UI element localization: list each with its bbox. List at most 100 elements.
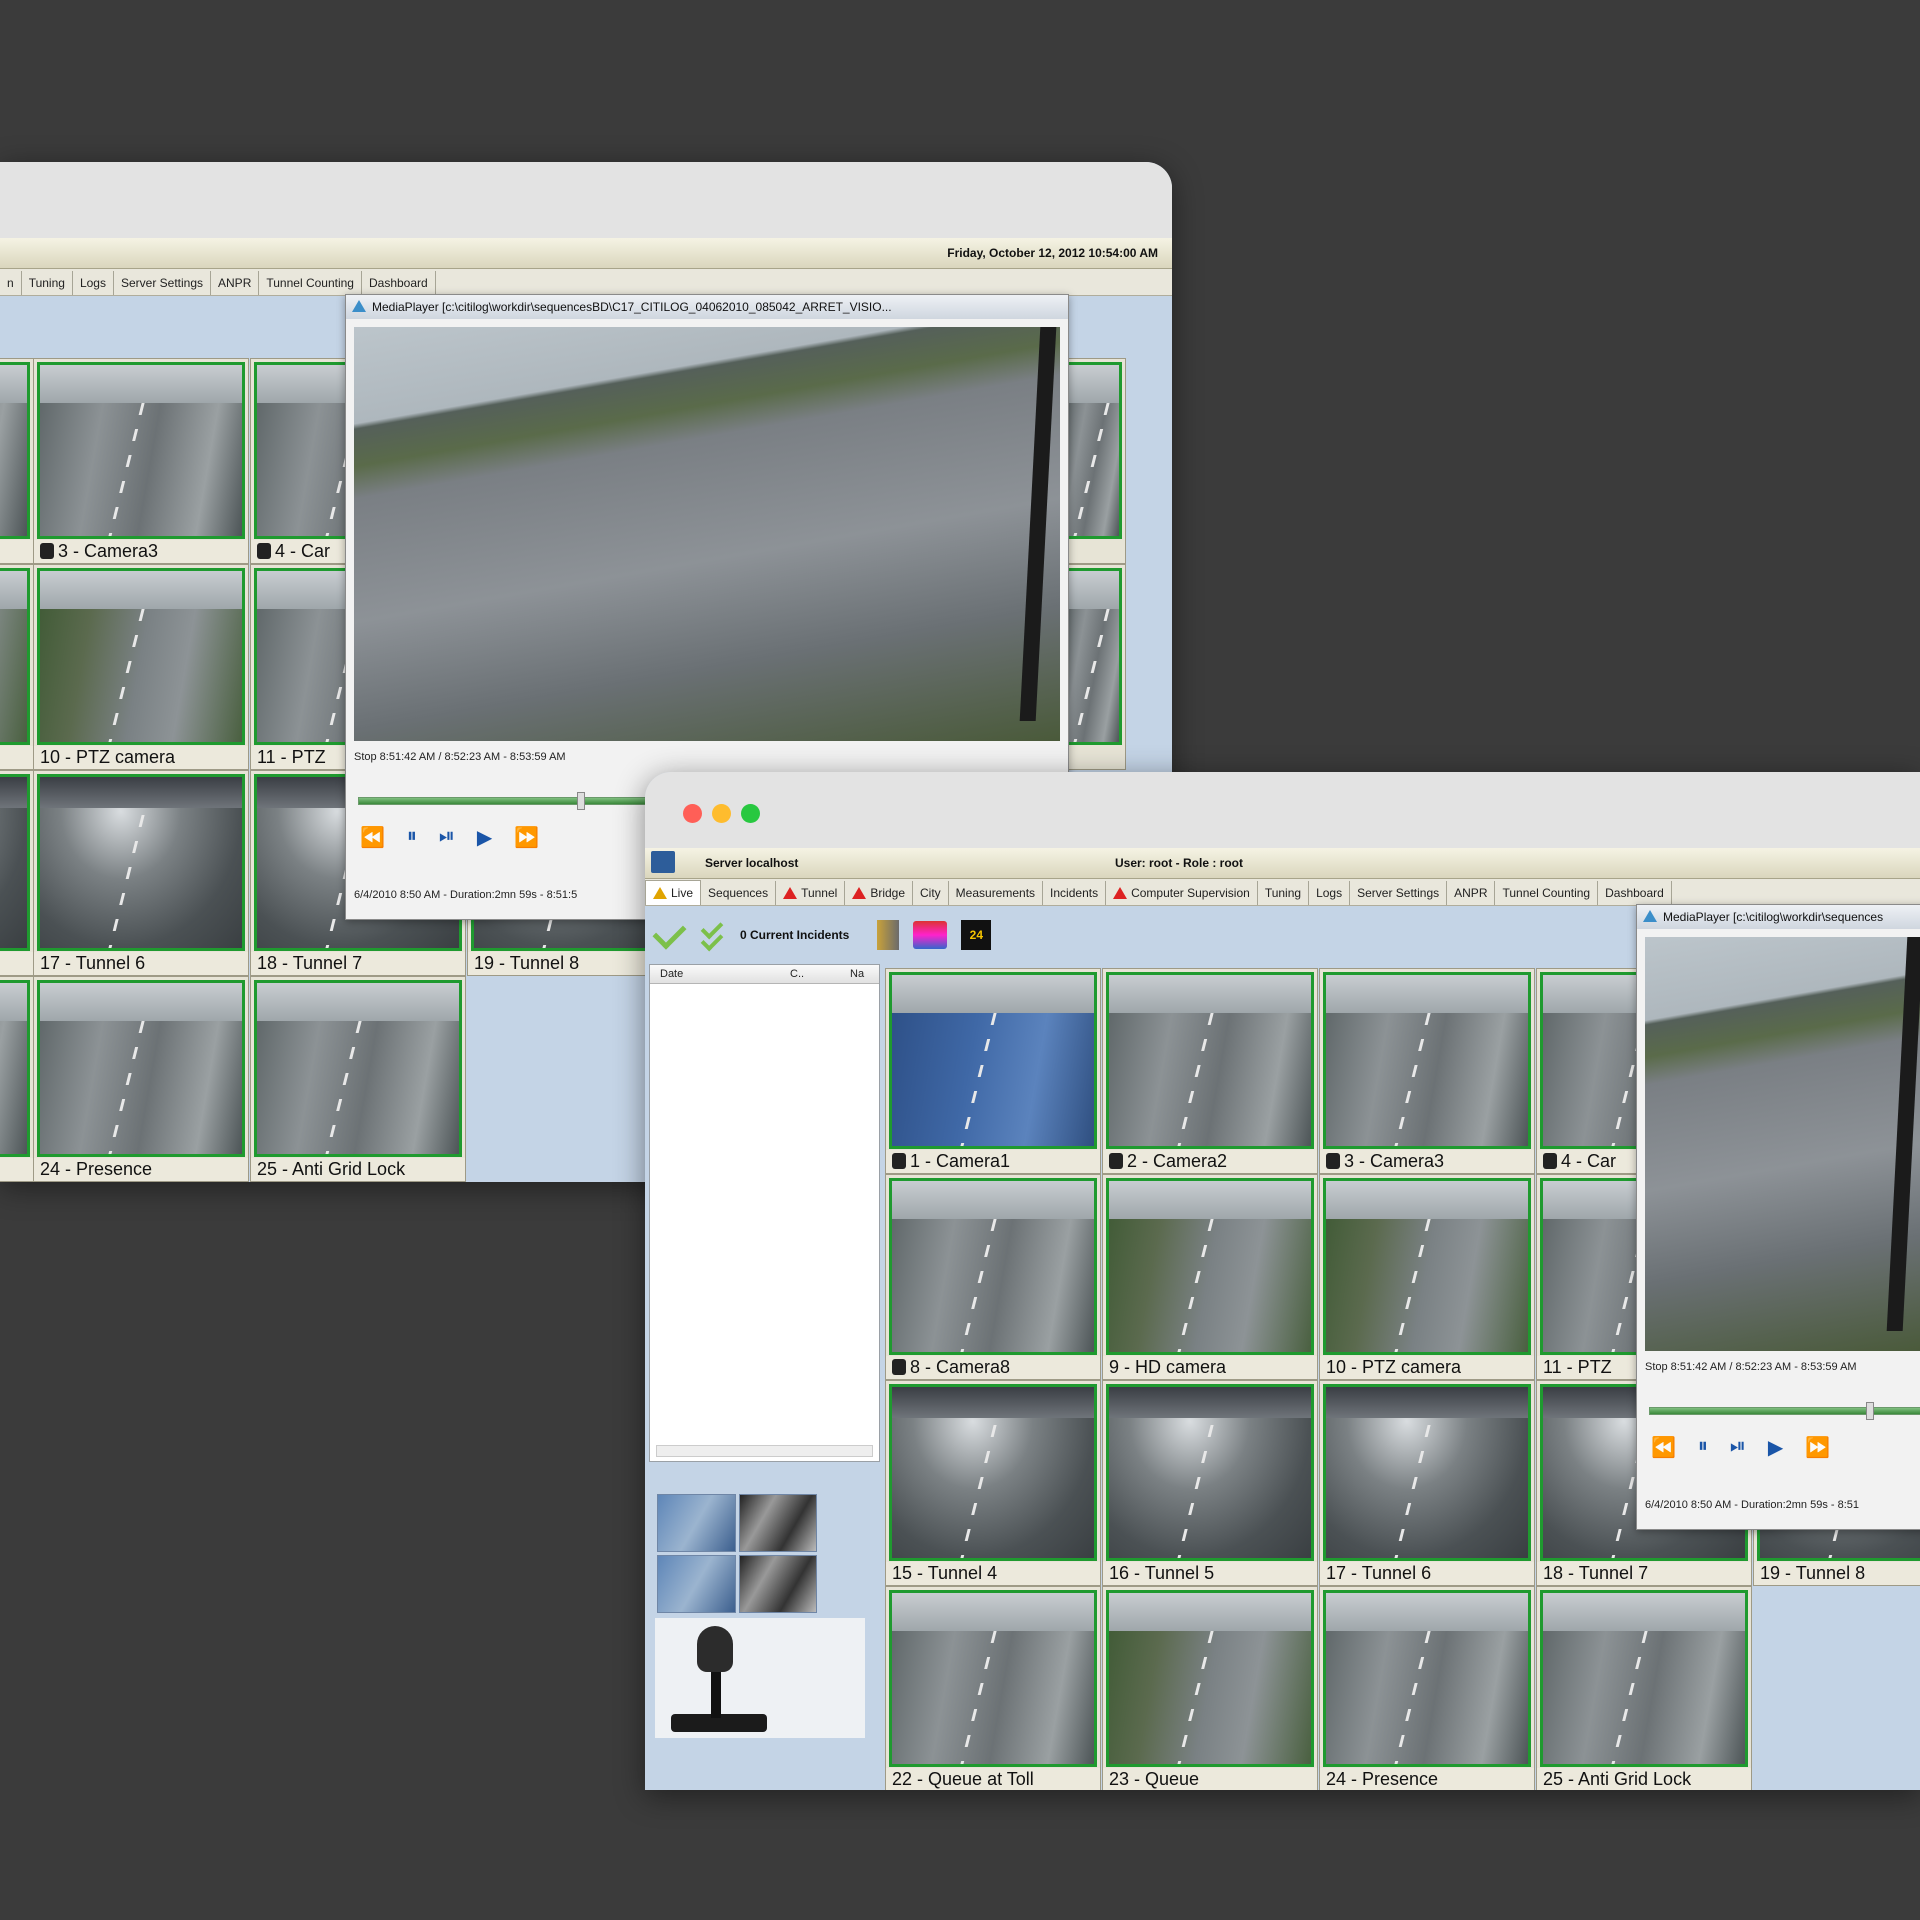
joystick-icon[interactable] [655,1618,865,1738]
rewind-icon[interactable]: ⏪ [1651,1435,1676,1460]
camera-feed[interactable] [254,980,462,1157]
camera-tile[interactable]: 3 - Camera3 [1319,968,1535,1174]
tab-computer-supervision[interactable]: Computer Supervision [1106,881,1258,905]
camera-tile[interactable] [1062,564,1126,770]
camera-feed[interactable] [0,362,30,539]
camera-feed[interactable] [889,1384,1097,1561]
step-forward-icon[interactable]: ⏯ [439,825,455,850]
pause-icon[interactable]: ⏸ [1698,1435,1708,1460]
camera-tile[interactable] [0,358,34,564]
camera-tile[interactable]: 10 - PTZ camera [1319,1174,1535,1380]
tab-tunnel[interactable]: Tunnel [776,881,846,905]
media-player-seek-slider[interactable] [1649,1402,1920,1420]
header-date[interactable]: Date [660,968,683,980]
back-tab-logs[interactable]: Logs [73,271,114,295]
fast-forward-icon[interactable]: ⏩ [1805,1435,1830,1460]
tab-measurements[interactable]: Measurements [949,881,1044,905]
double-check-icon[interactable] [698,916,726,952]
tab-city[interactable]: City [913,881,949,905]
check-icon[interactable] [652,915,687,950]
tab-anpr[interactable]: ANPR [1447,881,1496,905]
camera-feed[interactable] [1066,362,1122,539]
pause-icon[interactable]: ⏸ [407,825,417,850]
header-c[interactable]: C.. [790,968,804,980]
incident-list[interactable]: Date C.. Na [649,964,880,1462]
tab-bridge[interactable]: Bridge [845,881,913,905]
tab-logs[interactable]: Logs [1309,881,1351,905]
camera-tile[interactable]: 24 - Presence [1319,1586,1535,1790]
24h-icon[interactable]: 24 [961,920,992,950]
layout-thumbnails[interactable] [651,1488,823,1619]
camera-feed[interactable] [0,980,30,1157]
tab-live[interactable]: Live [645,880,702,905]
media-player-video[interactable] [1645,937,1920,1351]
layout-thumb[interactable] [738,1494,817,1552]
camera-feed[interactable] [37,980,245,1157]
camera-feed[interactable] [889,972,1097,1149]
back-tab-anpr[interactable]: ANPR [211,271,260,295]
tab-server-settings[interactable]: Server Settings [1350,881,1448,905]
camera-tile[interactable]: 17 - Tunnel 6 [33,770,249,976]
camera-feed[interactable] [37,774,245,951]
camera-feed[interactable] [889,1590,1097,1767]
camera-feed[interactable] [1540,1590,1748,1767]
camera-tile[interactable]: 9 - HD camera [1102,1174,1318,1380]
bus-icon[interactable] [913,921,948,949]
maximize-button[interactable] [741,804,760,823]
camera-tile[interactable]: 17 - Tunnel 6 [1319,1380,1535,1586]
camera-feed[interactable] [1323,1178,1531,1355]
back-tab-n[interactable]: n [0,271,22,295]
media-player-titlebar[interactable]: MediaPlayer [c:\citilog\workdir\sequence… [1637,905,1920,929]
back-tab-server-settings[interactable]: Server Settings [114,271,212,295]
camera-feed[interactable] [37,568,245,745]
layout-thumb[interactable] [738,1555,817,1613]
tab-incidents[interactable]: Incidents [1043,881,1107,905]
seek-thumb[interactable] [1866,1402,1874,1420]
camera-feed[interactable] [1106,1384,1314,1561]
camera-tile[interactable]: 24 - Presence [33,976,249,1182]
media-player-titlebar[interactable]: MediaPlayer [c:\citilog\workdir\sequence… [346,295,1068,319]
tab-sequences[interactable]: Sequences [701,881,777,905]
play-icon[interactable]: ▶ [1768,1435,1783,1460]
camera-feed[interactable] [0,568,30,745]
camera-feed[interactable] [1066,568,1122,745]
tab-tuning[interactable]: Tuning [1258,881,1310,905]
header-na[interactable]: Na [850,968,864,980]
back-window-titlebar[interactable] [0,162,1172,238]
play-icon[interactable]: ▶ [477,825,492,850]
step-forward-icon[interactable]: ⏯ [1730,1435,1746,1460]
seek-thumb[interactable] [577,792,585,810]
camera-feed[interactable] [0,774,30,951]
close-button[interactable] [683,804,702,823]
camera-feed[interactable] [889,1178,1097,1355]
camera-tile[interactable]: 22 - Queue at Toll [885,1586,1101,1790]
camera-tile[interactable]: 15 - Tunnel 4 [885,1380,1101,1586]
camera-tile[interactable] [0,564,34,770]
camera-tile[interactable]: 25 - Anti Grid Lock [1536,1586,1752,1790]
camera-feed[interactable] [1106,1590,1314,1767]
camera-tile[interactable]: 16 - Tunnel 5 [1102,1380,1318,1586]
front-window-titlebar[interactable] [645,772,1920,848]
tab-dashboard[interactable]: Dashboard [1598,881,1672,905]
layout-thumb[interactable] [657,1494,736,1552]
minimize-button[interactable] [712,804,731,823]
camera-tile[interactable] [0,770,34,976]
camera-feed[interactable] [1323,1590,1531,1767]
back-tab-dashboard[interactable]: Dashboard [362,271,436,295]
camera-feed[interactable] [1106,972,1314,1149]
back-tab-tunnel-counting[interactable]: Tunnel Counting [259,271,362,295]
camera-tile[interactable] [0,976,34,1182]
back-tab-tuning[interactable]: Tuning [22,271,73,295]
media-player-video[interactable] [354,327,1060,741]
camera-feed[interactable] [1106,1178,1314,1355]
horizontal-scrollbar[interactable] [656,1445,873,1457]
camera-tile[interactable]: 25 - Anti Grid Lock [250,976,466,1182]
camera-feed[interactable] [1323,1384,1531,1561]
rewind-icon[interactable]: ⏪ [360,825,385,850]
camera-tile[interactable]: 1 - Camera1 [885,968,1101,1174]
camera-tile[interactable]: 23 - Queue [1102,1586,1318,1790]
fast-forward-icon[interactable]: ⏩ [514,825,539,850]
tab-tunnel-counting[interactable]: Tunnel Counting [1495,881,1599,905]
tools-icon[interactable] [877,920,900,950]
camera-tile[interactable]: 2 - Camera2 [1102,968,1318,1174]
